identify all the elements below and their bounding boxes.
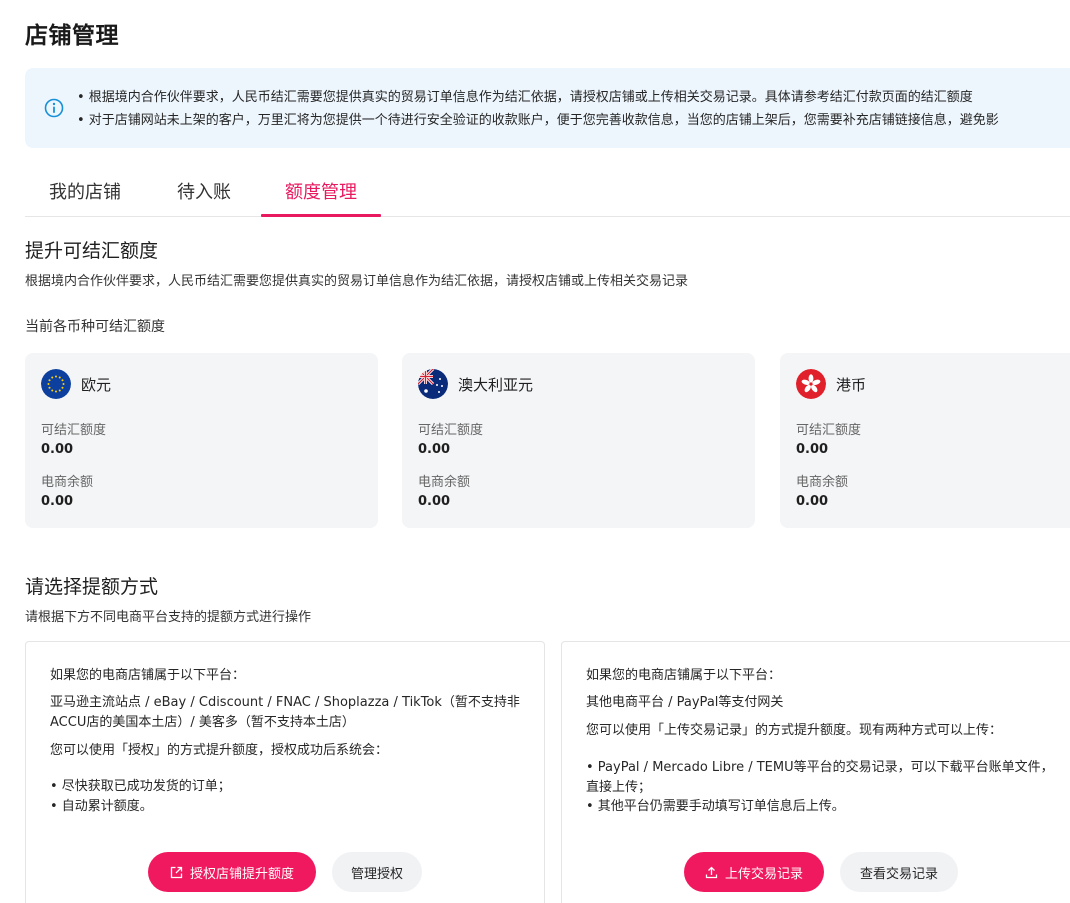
method-intro: 如果您的电商店铺属于以下平台：: [50, 668, 246, 683]
currency-card-eur: 欧元 可结汇额度 0.00 电商余额 0.00: [25, 353, 378, 528]
ecommerce-balance-label: 电商余额: [41, 475, 94, 490]
fx-quota-value: 0.00: [41, 442, 74, 457]
info-icon: [44, 98, 64, 118]
upload-records-button[interactable]: 上传交易记录: [684, 852, 824, 892]
methods-section-title: 请选择提额方式: [25, 576, 159, 598]
quota-section-desc: 根据境内合作伙伴要求，人民币结汇需要您提供真实的贸易订单信息作为结汇依据，请授权…: [25, 274, 689, 289]
currency-name: 澳大利亚元: [458, 376, 534, 394]
tab-bar: 我的店铺 待入账 额度管理: [25, 168, 1070, 217]
fx-quota-label: 可结汇额度: [796, 423, 862, 438]
currency-card-aud: 澳大利亚元 可结汇额度 0.00 电商余额 0.00: [402, 353, 755, 528]
fx-quota-label: 可结汇额度: [41, 423, 107, 438]
upload-icon: [705, 866, 718, 878]
page-title: 店铺管理: [25, 23, 119, 49]
tab-my-shops[interactable]: 我的店铺: [49, 178, 121, 216]
currency-name: 港币: [836, 376, 867, 394]
manage-authorization-button-label: 管理授权: [350, 866, 403, 882]
manage-authorization-button[interactable]: 管理授权: [332, 852, 422, 892]
method-intro: 如果您的电商店铺属于以下平台：: [586, 668, 782, 683]
method-bullet-1: • PayPal / Mercado Libre / TEMU等平台的交易记录，…: [586, 760, 1054, 795]
ecommerce-balance-value: 0.00: [41, 494, 74, 509]
method-card-upload: 如果您的电商店铺属于以下平台： 其他电商平台 / PayPal等支付网关 您可以…: [561, 641, 1070, 903]
page-root: 店铺管理 • 根据境内合作伙伴要求，人民币结汇需要您提供真实的贸易订单信息作为结…: [0, 0, 1070, 903]
fx-quota-label: 可结汇额度: [418, 423, 484, 438]
method-bullet-1: • 尽快获取已成功发货的订单；: [50, 779, 231, 794]
ecommerce-balance-label: 电商余额: [796, 475, 849, 490]
currency-quota-heading: 当前各币种可结汇额度: [25, 319, 165, 335]
ecommerce-balance-value: 0.00: [796, 494, 829, 509]
currency-card-hkd: 港币 可结汇额度 0.00 电商余额 0.00: [780, 353, 1070, 528]
method-platforms: 其他电商平台 / PayPal等支付网关: [586, 695, 784, 710]
hk-flag-icon: [796, 369, 826, 399]
method-how: 您可以使用「上传交易记录」的方式提升额度。现有两种方式可以上传：: [586, 723, 1003, 738]
ecommerce-balance-label: 电商余额: [418, 475, 471, 490]
ecommerce-balance-value: 0.00: [418, 494, 451, 509]
au-flag-icon: [418, 369, 448, 399]
notice-line-2: • 对于店铺网站未上架的客户，万里汇将为您提供一个待进行安全验证的收款账户，便于…: [77, 113, 999, 128]
authorize-shop-button[interactable]: 授权店铺提升额度: [148, 852, 316, 892]
external-link-icon: [170, 866, 183, 878]
notice-line-1: • 根据境内合作伙伴要求，人民币结汇需要您提供真实的贸易订单信息作为结汇依据，请…: [77, 90, 973, 105]
authorize-shop-button-label: 授权店铺提升额度: [189, 866, 294, 882]
tab-quota-management[interactable]: 额度管理: [261, 178, 381, 217]
method-bullet-2: • 其他平台仍需要手动填写订单信息后上传。: [586, 799, 845, 814]
fx-quota-value: 0.00: [796, 442, 829, 457]
view-records-button-label: 查看交易记录: [859, 866, 938, 882]
eu-flag-icon: [41, 369, 71, 399]
notice-banner: • 根据境内合作伙伴要求，人民币结汇需要您提供真实的贸易订单信息作为结汇依据，请…: [25, 68, 1070, 148]
method-platforms: 亚马逊主流站点 / eBay / Cdiscount / FNAC / Shop…: [50, 695, 520, 730]
currency-name: 欧元: [81, 376, 112, 394]
quota-section-title: 提升可结汇额度: [25, 240, 159, 262]
methods-section-desc: 请根据下方不同电商平台支持的提额方式进行操作: [25, 610, 312, 625]
method-card-authorize: 如果您的电商店铺属于以下平台： 亚马逊主流站点 / eBay / Cdiscou…: [25, 641, 545, 903]
method-how: 您可以使用「授权」的方式提升额度，授权成功后系统会：: [50, 743, 389, 758]
tab-pending[interactable]: 待入账: [177, 178, 231, 216]
upload-records-button-label: 上传交易记录: [724, 866, 803, 882]
method-bullet-2: • 自动累计额度。: [50, 799, 153, 814]
fx-quota-value: 0.00: [418, 442, 451, 457]
view-records-button[interactable]: 查看交易记录: [840, 852, 958, 892]
